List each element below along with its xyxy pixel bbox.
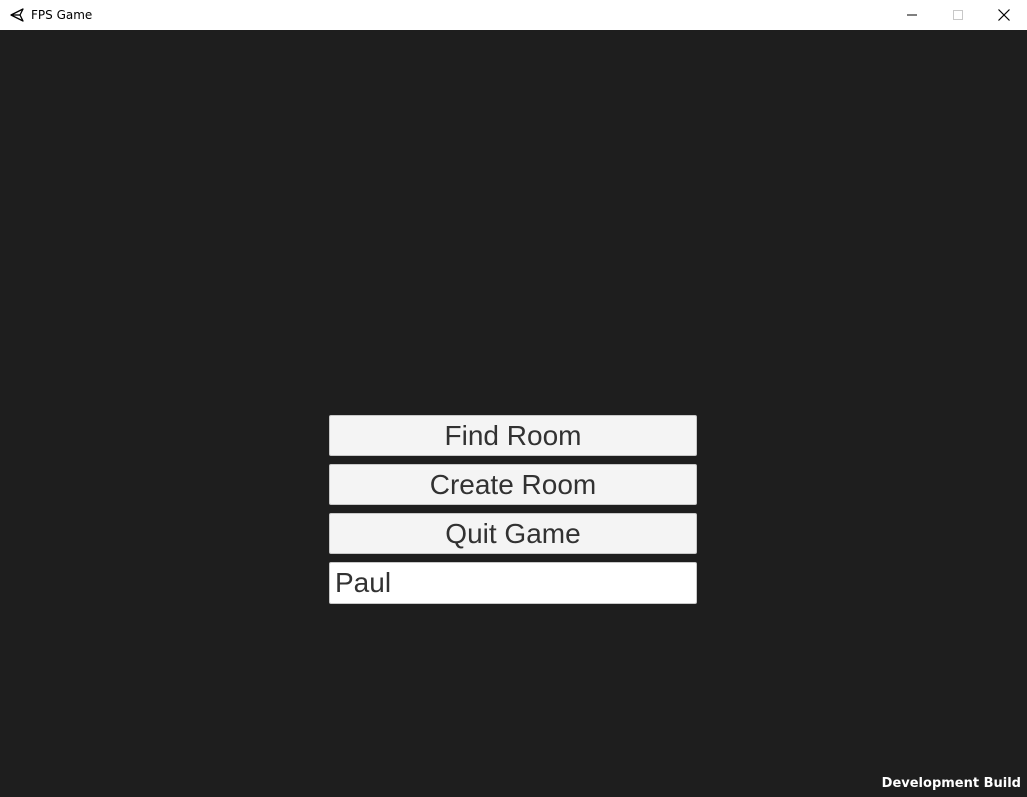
minimize-button[interactable]: [889, 0, 935, 30]
close-button[interactable]: [981, 0, 1027, 30]
title-bar[interactable]: FPS Game: [0, 0, 1027, 30]
unity-logo-icon: [9, 7, 25, 23]
game-window: FPS Game Find Room Create Room Quit Game…: [0, 0, 1027, 797]
window-title: FPS Game: [31, 8, 93, 22]
game-viewport: [1, 30, 1026, 797]
create-room-button[interactable]: Create Room: [329, 464, 697, 505]
minimize-icon: [907, 14, 917, 16]
close-icon: [998, 9, 1010, 21]
window-controls: [889, 0, 1027, 30]
maximize-icon: [953, 10, 963, 20]
find-room-button[interactable]: Find Room: [329, 415, 697, 456]
quit-game-button[interactable]: Quit Game: [329, 513, 697, 554]
player-name-input[interactable]: Paul: [329, 562, 697, 604]
development-build-label: Development Build: [881, 776, 1021, 791]
maximize-button[interactable]: [935, 0, 981, 30]
